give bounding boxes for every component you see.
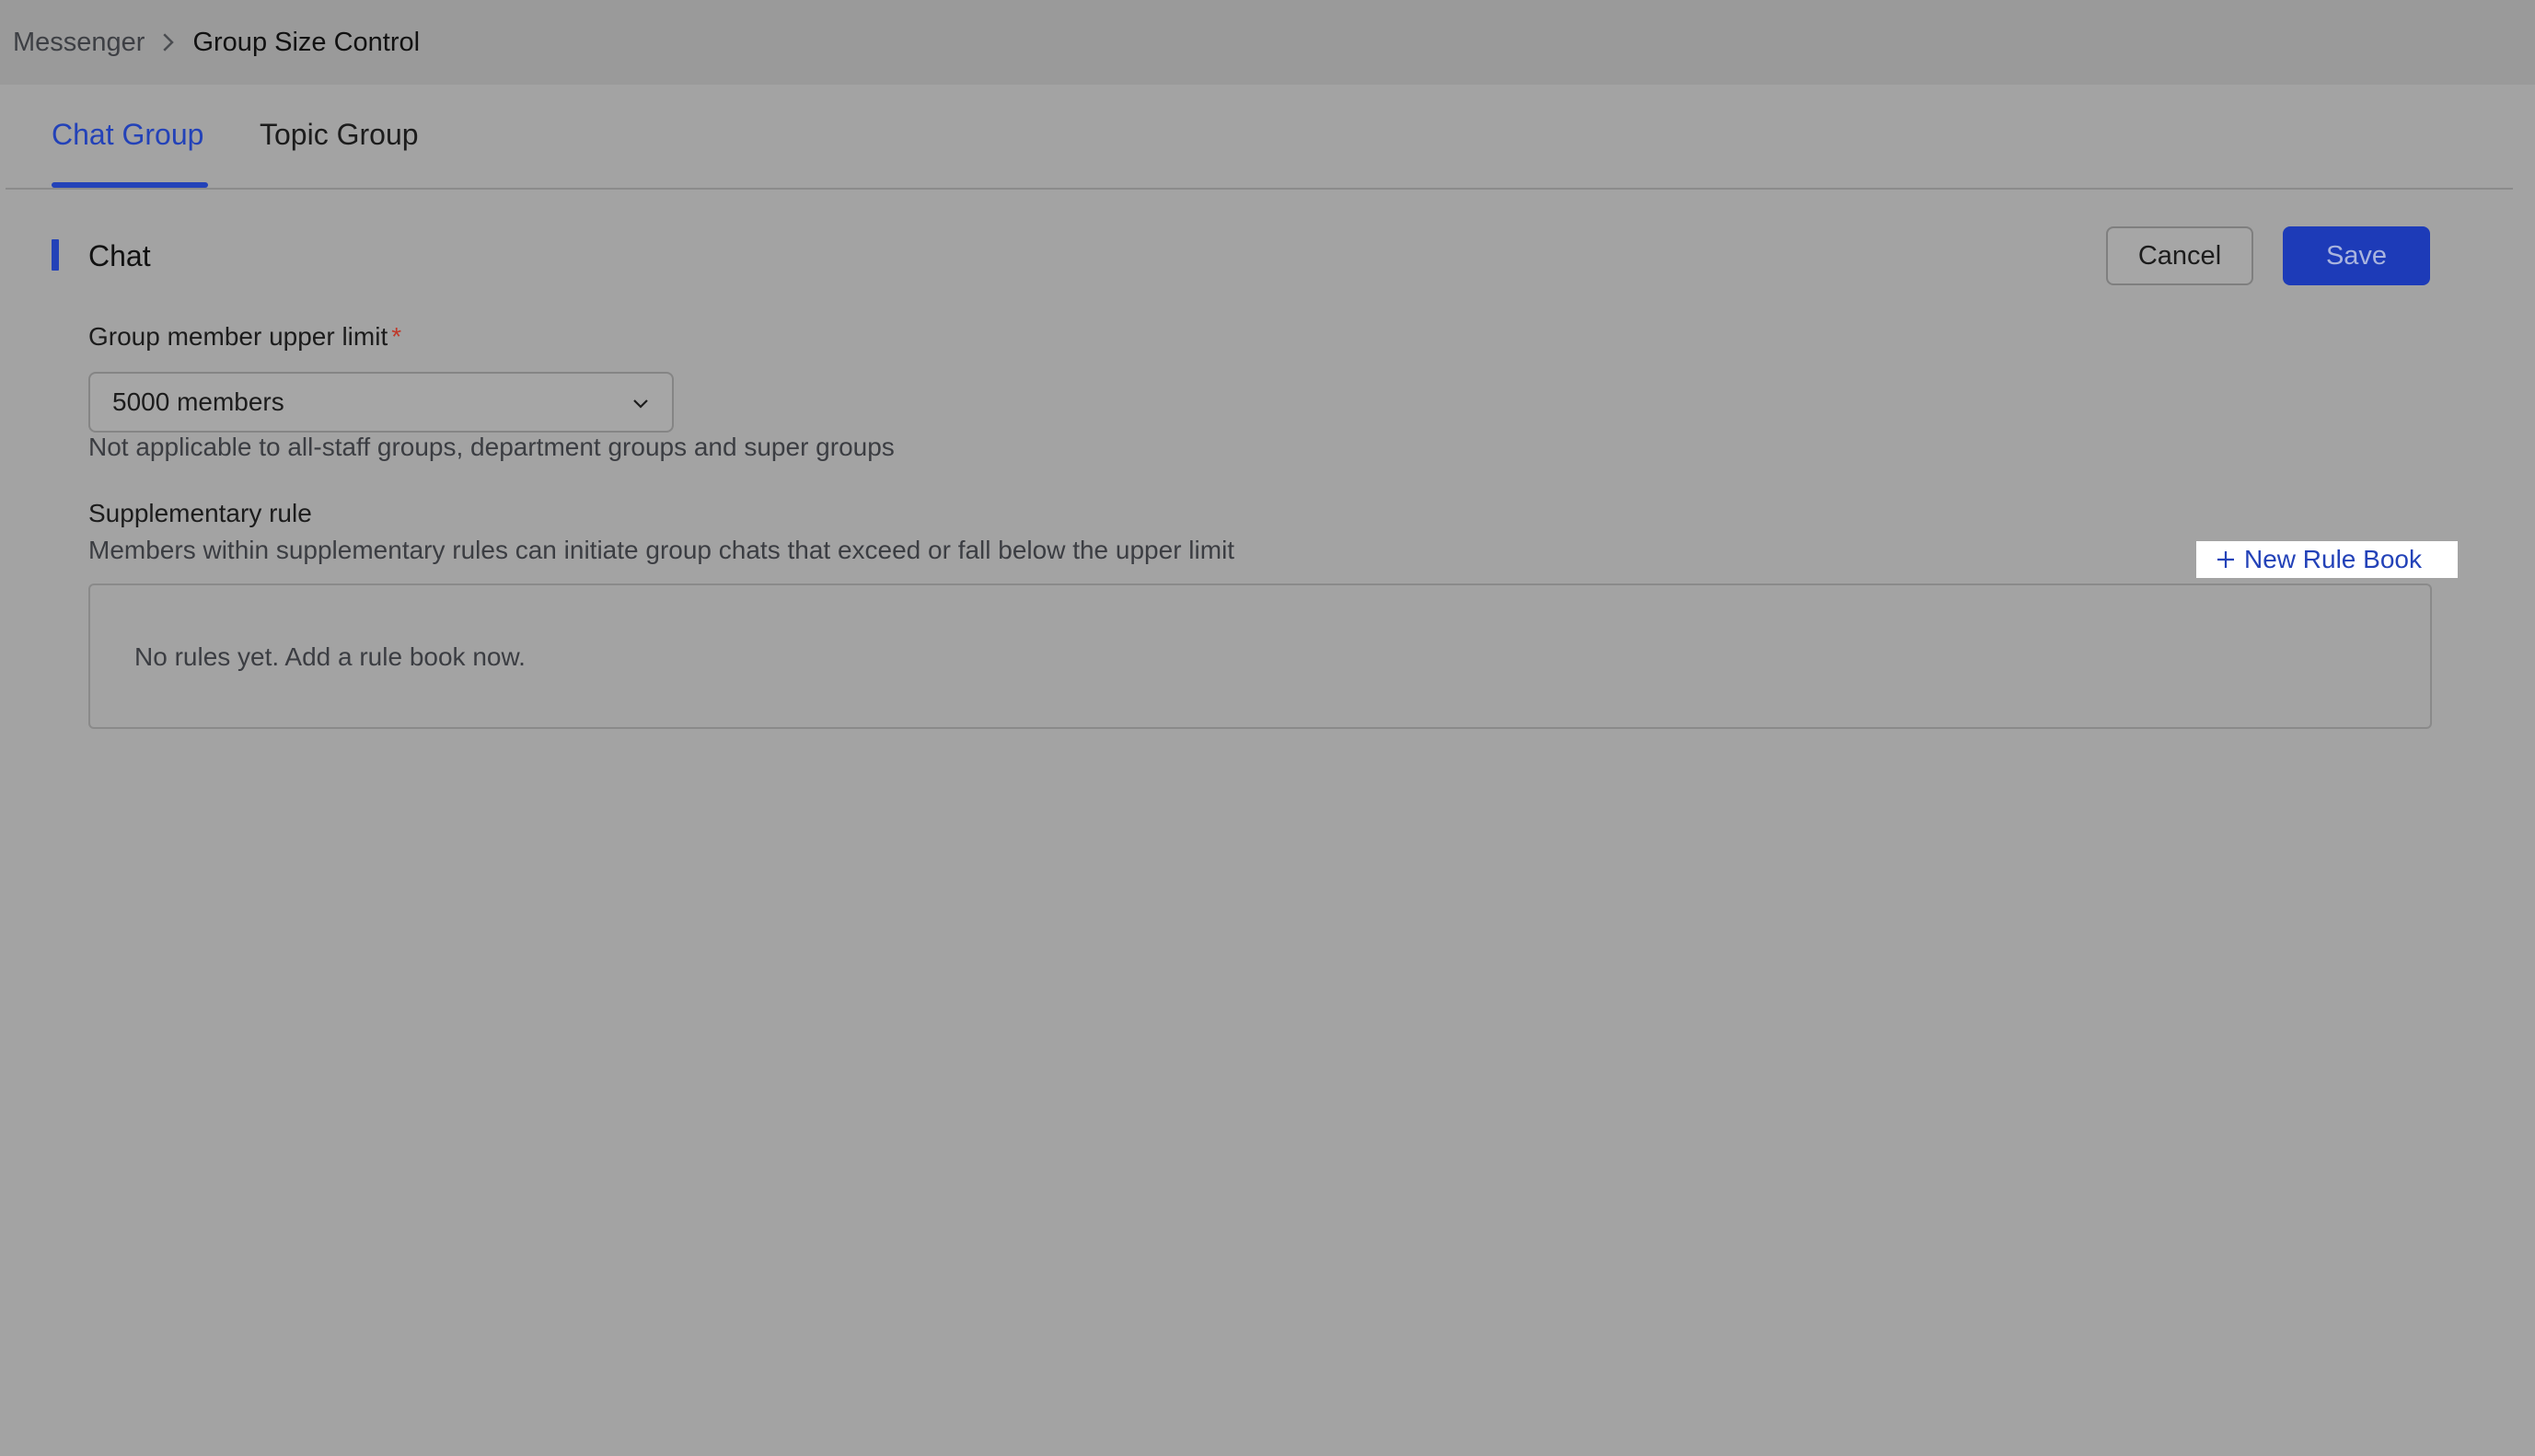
limit-label: Group member upper limit * [88,322,401,352]
member-limit-value: 5000 members [112,387,284,416]
tab-bar: Chat Group Topic Group [6,85,2513,190]
supplementary-rule-label: Supplementary rule [88,499,312,527]
tab-chat-group[interactable]: Chat Group [52,118,203,152]
breadcrumb: Messenger Group Size Control [0,0,2535,85]
breadcrumb-messenger[interactable]: Messenger [13,28,145,58]
tab-topic-group[interactable]: Topic Group [260,118,419,152]
member-limit-select[interactable]: 5000 members [88,372,674,433]
new-rule-book-label: New Rule Book [2244,545,2422,573]
supplementary-rule-description: Members within supplementary rules can i… [88,536,1235,564]
required-marker: * [391,322,402,351]
limit-hint: Not applicable to all-staff groups, depa… [88,433,895,461]
active-tab-indicator [52,182,208,188]
cancel-button[interactable]: Cancel [2106,226,2253,285]
plus-icon [2217,551,2234,568]
save-button[interactable]: Save [2283,226,2430,285]
chevron-right-icon [163,33,175,52]
section-title: Chat [88,239,151,272]
empty-state-text: No rules yet. Add a rule book now. [134,642,526,671]
main-content: Chat Group Topic Group Chat Cancel Save … [6,85,2513,1452]
breadcrumb-current: Group Size Control [192,27,421,57]
chevron-down-icon [633,399,648,409]
limit-label-text: Group member upper limit [88,322,388,351]
rules-empty-state: No rules yet. Add a rule book now. [88,584,2432,729]
new-rule-book-button[interactable]: New Rule Book [2196,541,2458,578]
section-accent-bar [52,239,59,271]
